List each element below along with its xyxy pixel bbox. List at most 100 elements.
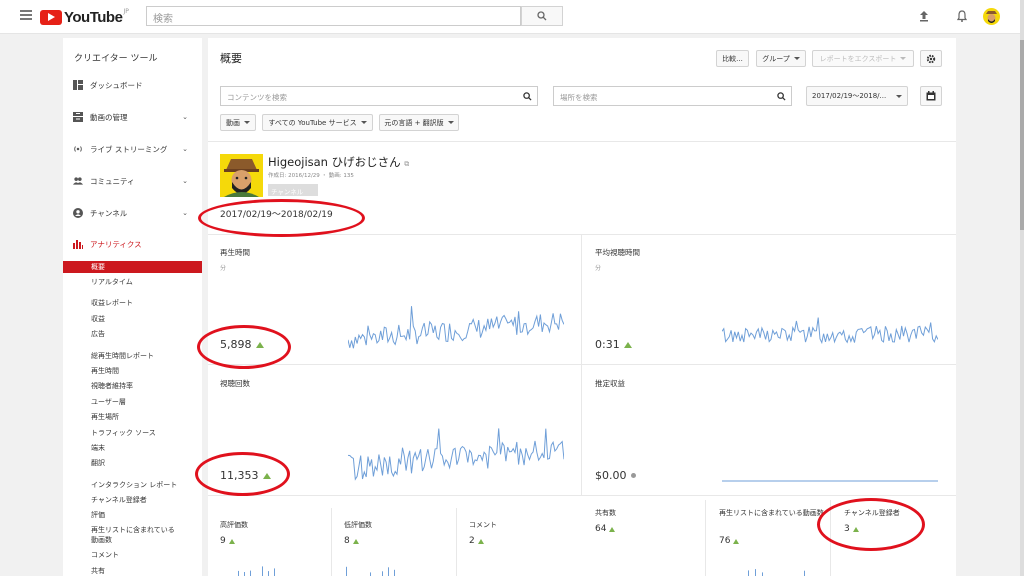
- calendar-button[interactable]: [920, 86, 942, 106]
- export-report-button[interactable]: レポートをエクスポート: [812, 50, 914, 67]
- sidebar-item-channel[interactable]: チャンネル ⌄: [73, 206, 198, 220]
- sidebar-item-video-manager[interactable]: 動画の管理 ⌄: [73, 110, 198, 124]
- likes-value[interactable]: 9: [220, 536, 235, 546]
- avg-duration-value[interactable]: 0:31: [595, 338, 632, 351]
- sidebar-item-label: ダッシュボード: [90, 80, 143, 90]
- filter-language-button[interactable]: 元の言語 + 翻訳版: [379, 114, 459, 131]
- playlists-number: 76: [719, 536, 731, 546]
- sidebar-subitem-traffic-sources[interactable]: トラフィック ソース: [91, 428, 156, 438]
- playlists-label: 再生リストに含まれている動画数: [719, 509, 824, 517]
- sidebar-subitem-playlists[interactable]: 再生リストに含まれている: [91, 525, 175, 535]
- sidebar-subitem-translations[interactable]: 翻訳: [91, 458, 105, 468]
- subscribers-value[interactable]: 3: [844, 524, 859, 534]
- avatar-face-icon: [986, 11, 997, 23]
- sidebar-subitem-revenue[interactable]: 収益: [91, 314, 105, 324]
- live-icon: [73, 144, 83, 154]
- watch-time-value[interactable]: 5,898: [220, 338, 264, 351]
- views-number: 11,353: [220, 469, 259, 482]
- views-sparkline[interactable]: [348, 410, 564, 482]
- youtube-logo[interactable]: YouTube JP: [40, 8, 129, 26]
- vertical-divider: [705, 500, 706, 576]
- avg-duration-sparkline[interactable]: [722, 296, 938, 352]
- sidebar-subitem-overview[interactable]: 概要: [63, 261, 202, 273]
- export-button-label: レポートをエクスポート: [819, 54, 897, 63]
- comments-value[interactable]: 2: [469, 536, 484, 546]
- filter-youtube-services-button[interactable]: すべての YouTube サービス: [262, 114, 373, 131]
- sidebar-subitem-devices[interactable]: 端末: [91, 443, 105, 453]
- playlists-value[interactable]: 76: [719, 536, 740, 546]
- chevron-down-icon[interactable]: ⌄: [182, 177, 188, 185]
- settings-button[interactable]: [920, 50, 942, 67]
- sidebar-subitem-realtime[interactable]: リアルタイム: [91, 277, 133, 287]
- location-search-input[interactable]: 場所を検索: [553, 86, 792, 106]
- caret-down-icon: [447, 121, 454, 124]
- dislikes-value[interactable]: 8: [344, 536, 359, 546]
- sidebar-subitem-subscribers[interactable]: チャンネル登録者: [91, 495, 147, 505]
- sidebar-item-analytics[interactable]: アナリティクス: [73, 237, 198, 251]
- trend-up-icon: [352, 538, 359, 544]
- date-range-select-value: 2017/02/19～2018/...: [812, 92, 887, 100]
- chevron-down-icon[interactable]: ⌄: [182, 145, 188, 153]
- subscribers-number: 3: [844, 524, 850, 534]
- sidebar-subitem-demographics[interactable]: ユーザー層: [91, 397, 126, 407]
- calendar-icon: [926, 91, 936, 101]
- trend-up-icon: [852, 526, 859, 532]
- vertical-divider: [456, 508, 457, 576]
- filter-video-button[interactable]: 動画: [220, 114, 256, 131]
- dislikes-minichart: [346, 566, 395, 576]
- avg-duration-label: 平均視聴時間: [595, 248, 640, 257]
- menu-icon[interactable]: [20, 10, 32, 22]
- external-link-icon[interactable]: ⧉: [404, 160, 409, 168]
- logo-region: JP: [123, 8, 129, 15]
- page-scrollbar[interactable]: [1020, 0, 1024, 576]
- sidebar-subitem-likes[interactable]: 評価: [91, 510, 105, 520]
- sidebar-subitem-comments[interactable]: コメント: [91, 550, 119, 560]
- location-search-placeholder: 場所を検索: [560, 93, 598, 102]
- sidebar-subitem-playlists-count[interactable]: 動画数: [91, 535, 112, 545]
- revenue-value[interactable]: $0.00: [595, 469, 636, 482]
- revenue-sparkline[interactable]: [722, 478, 938, 484]
- trend-up-icon: [477, 538, 484, 544]
- date-range-select[interactable]: 2017/02/19～2018/...: [806, 86, 908, 106]
- sidebar-subitem-sharing[interactable]: 共有: [91, 566, 105, 576]
- views-value[interactable]: 11,353: [220, 469, 271, 482]
- bell-icon[interactable]: [955, 9, 969, 23]
- sidebar-subitem-revenue-reports[interactable]: 収益レポート: [91, 298, 133, 308]
- divider: [208, 364, 956, 365]
- vertical-divider: [331, 508, 332, 576]
- trend-neutral-icon: [630, 473, 636, 478]
- shares-value[interactable]: 64: [595, 524, 616, 534]
- youtube-play-icon: [40, 9, 62, 25]
- shares-label: 共有数: [595, 509, 616, 517]
- channel-avatar[interactable]: [220, 154, 263, 197]
- content-search-input[interactable]: コンテンツを検索: [220, 86, 538, 106]
- sidebar-subitem-audience-retention[interactable]: 視聴者維持率: [91, 381, 133, 391]
- chevron-down-icon[interactable]: ⌄: [182, 113, 188, 121]
- caret-down-icon: [793, 57, 800, 60]
- sidebar-subitem-interaction-reports[interactable]: インタラクション レポート: [91, 480, 177, 490]
- channel-name[interactable]: Higeojisan ひげおじさん ⧉: [268, 154, 409, 170]
- dislikes-label: 低評価数: [344, 521, 372, 529]
- shares-number: 64: [595, 524, 607, 534]
- likes-number: 9: [220, 536, 226, 546]
- vertical-divider: [830, 500, 831, 576]
- caret-down-icon: [900, 57, 907, 60]
- trend-up-icon: [623, 341, 632, 348]
- sidebar-item-live[interactable]: ライブ ストリーミング ⌄: [73, 142, 198, 156]
- sidebar-subitem-playback-locations[interactable]: 再生場所: [91, 412, 119, 422]
- caret-down-icon: [360, 121, 367, 124]
- chevron-down-icon[interactable]: ⌄: [182, 209, 188, 217]
- search-button[interactable]: [521, 6, 563, 26]
- compare-button[interactable]: 比較...: [716, 50, 749, 67]
- sidebar-item-dashboard[interactable]: ダッシュボード: [73, 78, 198, 92]
- sidebar-item-label: 動画の管理: [90, 112, 128, 122]
- group-button[interactable]: グループ: [756, 50, 806, 67]
- sidebar-subitem-watch-time-reports[interactable]: 総再生時間レポート: [91, 351, 154, 361]
- search-input[interactable]: 検索: [146, 6, 521, 26]
- sidebar-subitem-watch-time[interactable]: 再生時間: [91, 366, 119, 376]
- watch-time-sparkline[interactable]: [348, 290, 564, 352]
- sidebar-item-community[interactable]: コミュニティ ⌄: [73, 174, 198, 188]
- account-avatar[interactable]: [983, 8, 1000, 25]
- sidebar-subitem-ads[interactable]: 広告: [91, 329, 105, 339]
- upload-icon[interactable]: [917, 9, 931, 23]
